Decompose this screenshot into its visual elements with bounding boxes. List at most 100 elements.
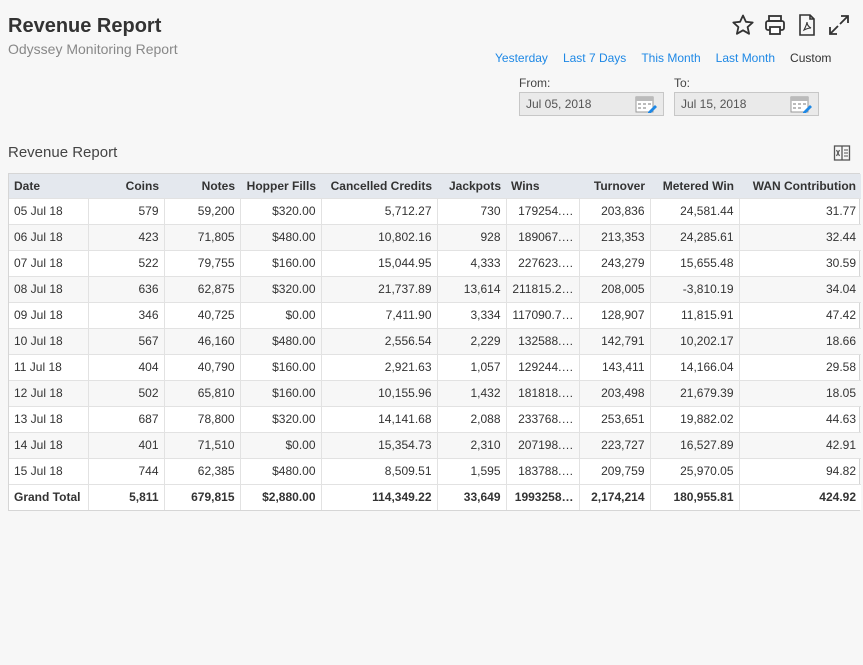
table-cell: 13,614 <box>436 275 506 302</box>
table-cell: 2,174,214 <box>578 483 650 510</box>
table-cell: $2,880.00 <box>239 483 321 510</box>
table-cell: 687 <box>87 405 164 432</box>
table-cell: 21,679.39 <box>649 379 739 406</box>
from-label: From: <box>519 76 551 90</box>
to-date-value: Jul 15, 2018 <box>681 97 747 111</box>
table-cell: 679,815 <box>163 483 240 510</box>
table-cell: 14,141.68 <box>320 405 437 432</box>
table-cell: 40,725 <box>163 301 240 328</box>
table-cell: 211815.2… <box>505 275 579 302</box>
table-cell: 06 Jul 18 <box>9 223 88 250</box>
table-cell: 2,088 <box>436 405 506 432</box>
range-yesterday[interactable]: Yesterday <box>495 51 548 65</box>
column-header[interactable]: Jackpots <box>437 174 506 198</box>
range-last-7-days[interactable]: Last 7 Days <box>563 51 626 65</box>
table-cell: $320.00 <box>239 197 321 224</box>
table-cell: 2,310 <box>436 431 506 458</box>
table-cell: 40,790 <box>163 353 240 380</box>
favorite-button[interactable] <box>730 12 756 38</box>
table-cell: $480.00 <box>239 327 321 354</box>
table-cell: 636 <box>87 275 164 302</box>
table-cell: 24,581.44 <box>649 197 739 224</box>
table-cell: 31.77 <box>738 197 861 224</box>
table-cell: 207198.… <box>505 431 579 458</box>
table-cell: 3,334 <box>436 301 506 328</box>
from-date-value: Jul 05, 2018 <box>526 97 592 111</box>
column-header[interactable]: Notes <box>164 174 240 198</box>
table-cell: 18.05 <box>738 379 861 406</box>
range-this-month[interactable]: This Month <box>641 51 700 65</box>
table-cell: 2,229 <box>436 327 506 354</box>
pdf-icon <box>799 14 815 36</box>
table-cell: 253,651 <box>578 405 650 432</box>
table-cell: 34.04 <box>738 275 861 302</box>
table-cell: 65,810 <box>163 379 240 406</box>
table-cell: 94.82 <box>738 457 861 484</box>
export-excel-icon[interactable] <box>833 144 851 162</box>
table-cell: 7,411.90 <box>320 301 437 328</box>
table-cell: 243,279 <box>578 249 650 276</box>
table-cell: $480.00 <box>239 457 321 484</box>
table-cell: $160.00 <box>239 249 321 276</box>
report-section-title: Revenue Report <box>8 144 118 161</box>
table-row: 11 Jul 18 404 40,790 $160.00 2,921.63 1,057 12… <box>9 353 861 380</box>
table-row: 13 Jul 18 687 78,800 $320.00 14,141.68 2,088 2… <box>9 405 861 432</box>
column-header[interactable]: Turnover <box>579 174 650 198</box>
table-row: 15 Jul 18 744 62,385 $480.00 8,509.51 1,595 18… <box>9 457 861 484</box>
table-cell: 15,354.73 <box>320 431 437 458</box>
table-cell: 1,595 <box>436 457 506 484</box>
expand-button[interactable] <box>826 12 852 38</box>
table-cell: 10 Jul 18 <box>9 327 88 354</box>
column-header[interactable]: Cancelled Credits <box>321 174 437 198</box>
table-cell: 62,385 <box>163 457 240 484</box>
table-cell: 114,349.22 <box>320 483 437 510</box>
table-cell: 128,907 <box>578 301 650 328</box>
table-cell: 5,811 <box>87 483 164 510</box>
table-cell: 117090.7… <box>505 301 579 328</box>
column-header[interactable]: Coins <box>88 174 164 198</box>
table-cell: 11 Jul 18 <box>9 353 88 380</box>
table-cell: 227623.… <box>505 249 579 276</box>
column-header[interactable]: Date <box>9 174 88 198</box>
table-cell: 25,970.05 <box>649 457 739 484</box>
pdf-button[interactable] <box>794 12 820 38</box>
print-button[interactable] <box>762 12 788 38</box>
table-cell: 203,836 <box>578 197 650 224</box>
table-cell: 522 <box>87 249 164 276</box>
range-last-month[interactable]: Last Month <box>716 51 775 65</box>
table-cell: 567 <box>87 327 164 354</box>
table-cell: 346 <box>87 301 164 328</box>
revenue-table: Date Coins Notes Hopper Fills Cancelled Cred… <box>8 173 861 511</box>
range-custom[interactable]: Custom <box>790 51 831 65</box>
table-cell: 180,955.81 <box>649 483 739 510</box>
column-header[interactable]: Wins <box>506 174 579 198</box>
table-cell: 07 Jul 18 <box>9 249 88 276</box>
toolbar <box>730 12 852 38</box>
table-cell: 1,057 <box>436 353 506 380</box>
table-cell: 62,875 <box>163 275 240 302</box>
calendar-icon[interactable] <box>635 95 657 113</box>
from-date-input[interactable]: Jul 05, 2018 <box>519 92 664 116</box>
to-date-input[interactable]: Jul 15, 2018 <box>674 92 819 116</box>
table-cell: $480.00 <box>239 223 321 250</box>
table-cell: $320.00 <box>239 405 321 432</box>
table-cell: 78,800 <box>163 405 240 432</box>
table-cell: 44.63 <box>738 405 861 432</box>
table-cell: 18.66 <box>738 327 861 354</box>
table-cell: 132588.… <box>505 327 579 354</box>
column-header[interactable]: Hopper Fills <box>240 174 321 198</box>
table-cell: 71,510 <box>163 431 240 458</box>
table-cell: $0.00 <box>239 431 321 458</box>
table-cell: 744 <box>87 457 164 484</box>
table-cell: 15 Jul 18 <box>9 457 88 484</box>
table-cell: 502 <box>87 379 164 406</box>
column-header[interactable]: WAN Contribution <box>739 174 861 198</box>
table-cell: 05 Jul 18 <box>9 197 88 224</box>
table-cell: 10,802.16 <box>320 223 437 250</box>
calendar-icon[interactable] <box>790 95 812 113</box>
table-cell: 12 Jul 18 <box>9 379 88 406</box>
table-cell: Grand Total <box>9 483 88 510</box>
to-label: To: <box>674 76 691 90</box>
table-header-row: Date Coins Notes Hopper Fills Cancelled Cred… <box>9 174 861 198</box>
column-header[interactable]: Metered Win <box>650 174 739 198</box>
